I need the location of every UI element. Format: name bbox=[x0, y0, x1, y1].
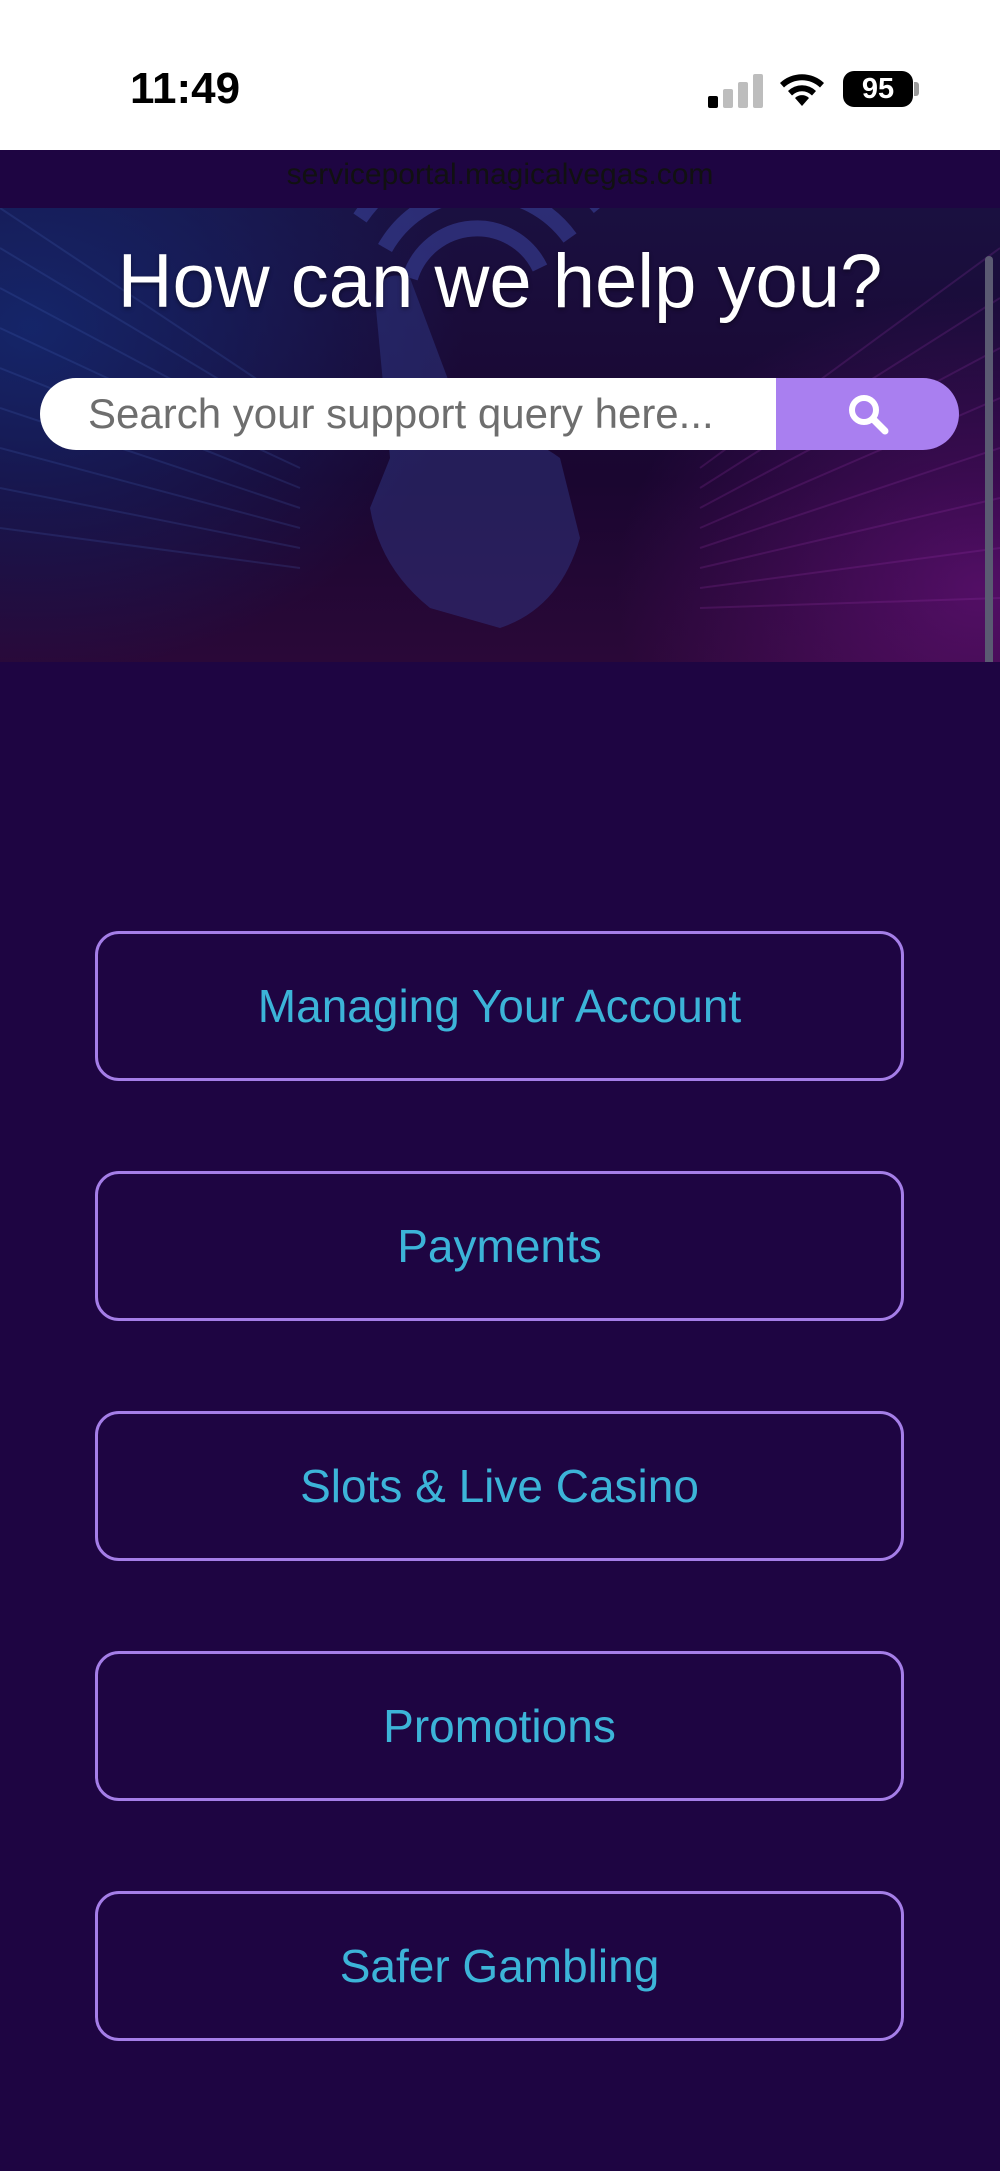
search-button[interactable] bbox=[776, 378, 959, 450]
category-payments[interactable]: Payments bbox=[95, 1171, 904, 1321]
battery-nub bbox=[914, 82, 919, 96]
page-title: How can we help you? bbox=[117, 239, 883, 324]
category-managing-your-account[interactable]: Managing Your Account bbox=[95, 931, 904, 1081]
category-slots-live-casino[interactable]: Slots & Live Casino bbox=[95, 1411, 904, 1561]
status-time: 11:49 bbox=[130, 64, 241, 113]
battery-icon: 95 bbox=[843, 71, 913, 107]
hero-banner: How can we help you? bbox=[0, 208, 1000, 662]
wifi-icon bbox=[780, 74, 824, 106]
cellular-signal-icon bbox=[708, 74, 763, 108]
battery-level: 95 bbox=[861, 72, 895, 105]
category-safer-gambling[interactable]: Safer Gambling bbox=[95, 1891, 904, 2041]
status-bar: 11:49 95 serviceportal.magicalvegas.com bbox=[0, 0, 1000, 191]
address-bar-url[interactable]: serviceportal.magicalvegas.com bbox=[0, 158, 1000, 192]
category-promotions[interactable]: Promotions bbox=[95, 1651, 904, 1801]
help-categories: Managing Your Account Payments Slots & L… bbox=[0, 662, 1000, 2171]
search-input[interactable] bbox=[40, 378, 776, 450]
search-icon bbox=[848, 395, 888, 435]
search-bar bbox=[40, 378, 959, 450]
